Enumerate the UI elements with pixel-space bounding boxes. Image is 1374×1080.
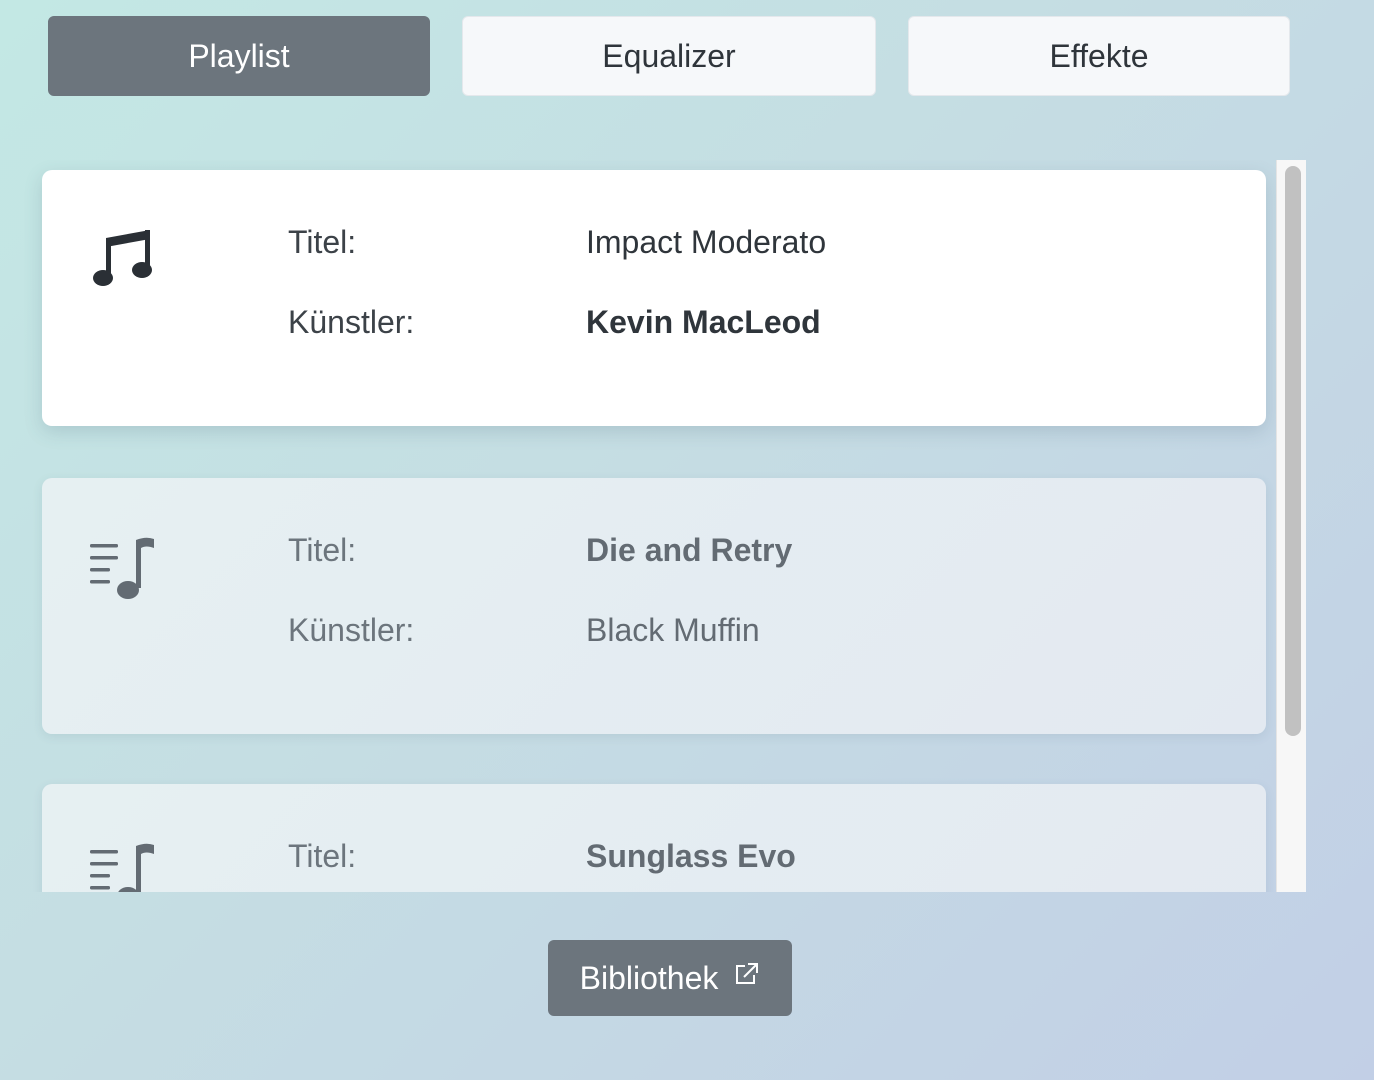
playlist-music-icon [90,843,154,892]
artist-label: Künstler: [288,304,415,340]
track-artist: Kevin MacLeod [586,304,821,340]
playlist-item[interactable]: Titel: Die and Retry Künstler: Black Muf… [42,478,1266,734]
playlist-list[interactable]: Titel: Impact Moderato Künstler: Kevin M… [0,160,1280,892]
music-note-icon [93,230,152,286]
track-artist: Black Muffin [586,612,760,648]
track-title: Sunglass Evo [586,838,796,874]
tab-equalizer[interactable]: Equalizer [462,16,876,96]
playlist-item-current[interactable]: Titel: Impact Moderato Künstler: Kevin M… [42,170,1266,426]
playlist-item[interactable]: Titel: Sunglass Evo [42,784,1266,892]
playlist-scrollbar[interactable] [1276,160,1306,892]
tab-effekte[interactable]: Effekte [908,16,1290,96]
library-button-label: Bibliothek [579,959,719,996]
title-label: Titel: [288,224,357,260]
tab-bar: Playlist Equalizer Effekte [0,16,1374,96]
external-link-icon [736,963,759,984]
tab-playlist[interactable]: Playlist [48,16,430,96]
scrollbar-thumb[interactable] [1285,166,1301,736]
library-button[interactable]: Bibliothek [548,940,792,1016]
artist-label: Künstler: [288,612,415,648]
title-label: Titel: [288,532,357,568]
title-label: Titel: [288,838,357,874]
track-title: Impact Moderato [586,224,827,260]
playlist-music-icon [90,537,154,599]
track-title: Die and Retry [586,532,793,568]
